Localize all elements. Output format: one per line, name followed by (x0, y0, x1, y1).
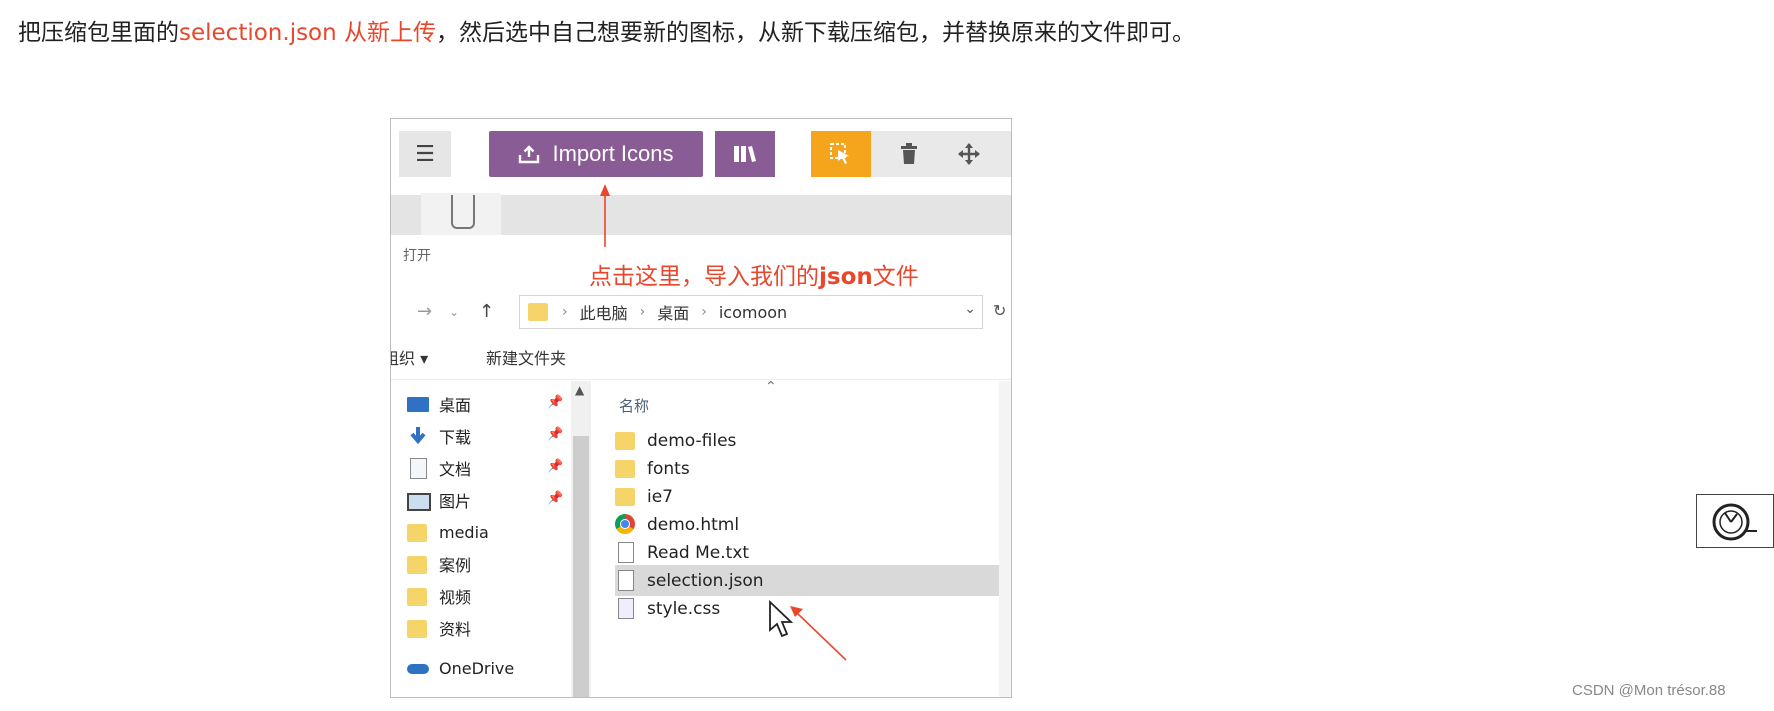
mouse-cursor-icon (769, 600, 794, 638)
side-widget[interactable] (1696, 494, 1774, 548)
arrow-to-selection-json (795, 611, 847, 661)
arrow-head-up (600, 184, 610, 196)
speedometer-icon (1712, 503, 1757, 541)
annotation-arrows (600, 184, 847, 661)
footer-credit: CSDN @Mon trésor.88 (1572, 682, 1726, 699)
